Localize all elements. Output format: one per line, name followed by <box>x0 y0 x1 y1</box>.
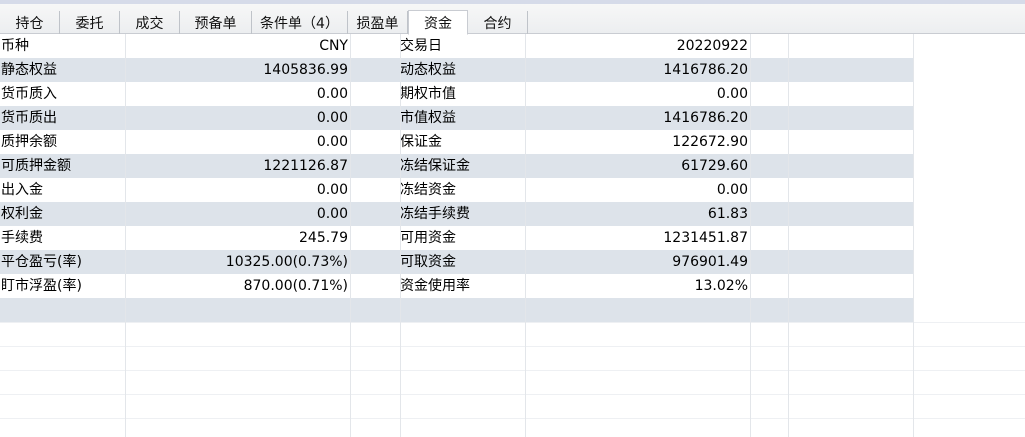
row-label: 动态权益 <box>400 62 456 78</box>
row-value: 976901.49 <box>672 254 748 270</box>
row-value: 0.00 <box>316 110 348 126</box>
table-row: 权利金 0.00 冻结手续费 61.83 <box>0 202 913 226</box>
row-label: 可质押金额 <box>1 158 71 174</box>
row-value: 870.00(0.71%) <box>243 278 348 294</box>
tab-conditional-orders[interactable]: 条件单（4） <box>252 11 348 34</box>
empty-row <box>0 298 913 322</box>
table-row: 手续费 245.79 可用资金 1231451.87 <box>0 226 1025 250</box>
grid-line <box>0 322 1025 323</box>
table-row: 静态权益 1405836.99 动态权益 1416786.20 <box>0 58 913 82</box>
tab-prepared-orders[interactable]: 预备单 <box>180 11 252 34</box>
row-label: 冻结保证金 <box>400 158 470 174</box>
grid-line <box>0 394 1025 395</box>
row-value: 20220922 <box>676 38 748 54</box>
column-divider <box>788 34 789 437</box>
row-value: 0.00 <box>716 86 748 102</box>
tab-orders[interactable]: 委托 <box>60 11 120 34</box>
table-row: 货币质入 0.00 期权市值 0.00 <box>0 82 1025 106</box>
row-value: 0.00 <box>316 182 348 198</box>
tab-stop-profit-loss[interactable]: 损盈单 <box>348 11 408 34</box>
row-value: 61.83 <box>707 206 748 222</box>
table-row: 出入金 0.00 冻结资金 0.00 <box>0 178 1025 202</box>
row-value: 245.79 <box>299 230 348 246</box>
row-label: 手续费 <box>1 230 43 246</box>
column-divider <box>913 34 914 437</box>
column-divider <box>525 34 526 437</box>
funds-panel: 持仓 委托 成交 预备单 条件单（4） 损盈单 资金 合约 币种 CNY 交易日… <box>0 0 1025 437</box>
row-value: 0.00 <box>316 206 348 222</box>
row-value: 1416786.20 <box>663 62 748 78</box>
row-label: 货币质出 <box>1 110 57 126</box>
tab-trades[interactable]: 成交 <box>120 11 180 34</box>
grid-line <box>0 370 1025 371</box>
row-value: 0.00 <box>716 182 748 198</box>
column-divider <box>350 34 351 437</box>
row-label: 权利金 <box>1 206 43 222</box>
table-row: 盯市浮盈(率) 870.00(0.71%) 资金使用率 13.02% <box>0 274 1025 298</box>
row-label: 期权市值 <box>400 86 456 102</box>
row-label: 质押余额 <box>1 134 57 150</box>
row-value: 0.00 <box>316 134 348 150</box>
table-row: 平仓盈亏(率) 10325.00(0.73%) 可取资金 976901.49 <box>0 250 913 274</box>
row-label: 可取资金 <box>400 254 456 270</box>
row-label: 出入金 <box>1 182 43 198</box>
row-label: 冻结资金 <box>400 182 456 198</box>
tab-contracts[interactable]: 合约 <box>468 11 528 34</box>
row-value: CNY <box>319 38 348 54</box>
row-label: 币种 <box>1 38 29 54</box>
table-row: 货币质出 0.00 市值权益 1416786.20 <box>0 106 913 130</box>
row-label: 可用资金 <box>400 230 456 246</box>
row-value: 1221126.87 <box>263 158 348 174</box>
column-divider <box>400 34 401 437</box>
row-value: 1416786.20 <box>663 110 748 126</box>
tab-funds[interactable]: 资金 <box>408 10 468 35</box>
row-label: 保证金 <box>400 134 442 150</box>
row-label: 冻结手续费 <box>400 206 470 222</box>
row-value: 13.02% <box>694 278 748 294</box>
funds-grid: 币种 CNY 交易日 20220922 静态权益 1405836.99 动态权益… <box>0 34 1025 437</box>
row-value: 1405836.99 <box>263 62 348 78</box>
row-label: 盯市浮盈(率) <box>1 278 82 294</box>
row-value: 122672.90 <box>672 134 748 150</box>
table-row: 币种 CNY 交易日 20220922 <box>0 34 1025 58</box>
row-value: 10325.00(0.73%) <box>225 254 348 270</box>
row-label: 市值权益 <box>400 110 456 126</box>
row-label: 资金使用率 <box>400 278 470 294</box>
row-value: 61729.60 <box>681 158 748 174</box>
grid-line <box>0 346 1025 347</box>
tab-positions[interactable]: 持仓 <box>0 11 60 34</box>
table-row: 质押余额 0.00 保证金 122672.90 <box>0 130 1025 154</box>
row-value: 0.00 <box>316 86 348 102</box>
row-label: 货币质入 <box>1 86 57 102</box>
row-label: 静态权益 <box>1 62 57 78</box>
table-row: 可质押金额 1221126.87 冻结保证金 61729.60 <box>0 154 913 178</box>
column-divider <box>125 34 126 437</box>
row-label: 平仓盈亏(率) <box>1 254 82 270</box>
row-value: 1231451.87 <box>663 230 748 246</box>
tab-bar: 持仓 委托 成交 预备单 条件单（4） 损盈单 资金 合约 <box>0 4 1025 35</box>
grid-line <box>0 418 1025 419</box>
column-divider <box>750 34 751 437</box>
row-label: 交易日 <box>400 38 442 54</box>
